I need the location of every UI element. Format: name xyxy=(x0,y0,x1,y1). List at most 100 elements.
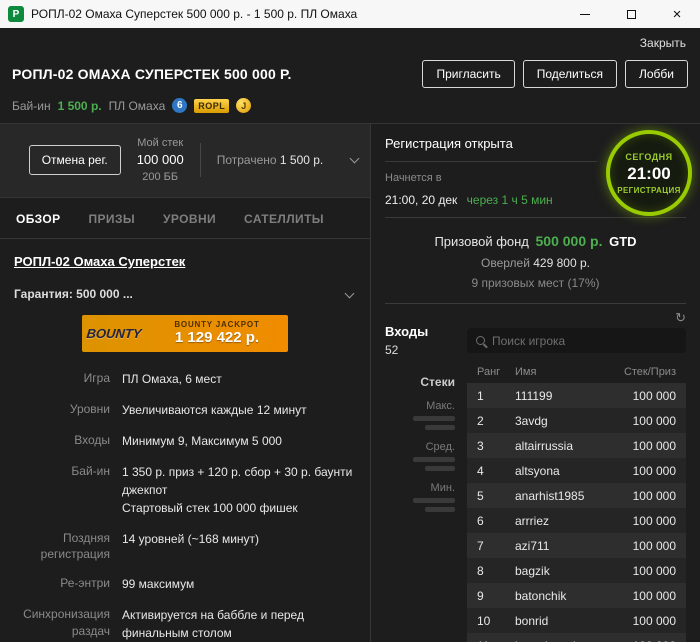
starts-value: 21:00, 20 дек xyxy=(385,193,457,207)
cell-rank: 7 xyxy=(477,539,515,553)
table-row[interactable]: 1 111199 100 000 xyxy=(467,383,686,408)
spent-block: Потрачено 1 500 р. xyxy=(217,153,324,167)
bounty-logo: BOUNTY xyxy=(82,315,148,352)
close-icon: × xyxy=(673,7,682,22)
cell-rank: 9 xyxy=(477,589,515,603)
prize-gtd-tag: GTD xyxy=(609,234,636,249)
invite-button[interactable]: Пригласить xyxy=(422,60,514,88)
table-row[interactable]: 7 azi711 100 000 xyxy=(467,533,686,558)
stack-max-group: Макс. xyxy=(385,400,455,430)
tab-overview[interactable]: ОБЗОР xyxy=(16,212,61,226)
my-registration-box: Отмена рег. Мой стек 100 000 200 ББ Потр… xyxy=(0,124,370,198)
table-row[interactable]: 10 bonrid 100 000 xyxy=(467,608,686,633)
stack-avg-label: Сред. xyxy=(385,441,455,453)
header-rank: Ранг xyxy=(477,366,515,378)
app-icon: Р xyxy=(8,6,24,22)
table-row[interactable]: 5 anarhist1985 100 000 xyxy=(467,483,686,508)
table-row[interactable]: 2 3avdg 100 000 xyxy=(467,408,686,433)
cell-rank: 3 xyxy=(477,439,515,453)
cell-name: bonrid xyxy=(515,614,602,628)
guarantee-row: Гарантия: 500 000 ... xyxy=(14,287,356,301)
stack-bar xyxy=(413,416,455,421)
cell-stack: 100 000 xyxy=(602,614,676,628)
stack-min-group: Мин. xyxy=(385,482,455,512)
game-type: ПЛ Омаха xyxy=(109,99,166,113)
table-row[interactable]: 8 bagzik 100 000 xyxy=(467,558,686,583)
search-icon xyxy=(476,336,485,345)
my-stack-label: Мой стек xyxy=(137,136,184,151)
spent-label: Потрачено xyxy=(217,153,277,167)
cell-stack: 100 000 xyxy=(602,414,676,428)
tab-satellites[interactable]: САТЕЛЛИТЫ xyxy=(244,212,324,226)
stack-bar xyxy=(425,425,455,430)
share-button[interactable]: Поделиться xyxy=(523,60,617,88)
detail-value-line1: 1 350 р. приз + 120 р. сбор + 30 р. баун… xyxy=(122,463,356,499)
buyin-value: 1 500 р. xyxy=(58,99,102,113)
cell-stack: 100 000 xyxy=(602,564,676,578)
stacks-summary: Стеки Макс. Сред. Мин. xyxy=(385,375,467,512)
stack-min-label: Мин. xyxy=(385,482,455,494)
cell-rank: 8 xyxy=(477,564,515,578)
cell-name: azi711 xyxy=(515,539,602,553)
refresh-icon[interactable]: ↻ xyxy=(675,310,686,326)
window-controls: × xyxy=(562,0,700,28)
detail-label: Синхронизация раздач xyxy=(14,606,110,642)
main-content: Отмена рег. Мой стек 100 000 200 ББ Потр… xyxy=(0,123,700,642)
detail-label: Входы xyxy=(14,432,110,450)
detail-value: Активируется на баббле и перед финальным… xyxy=(122,606,356,642)
table-row[interactable]: 9 batonchik 100 000 xyxy=(467,583,686,608)
tab-bar: ОБЗОР ПРИЗЫ УРОВНИ САТЕЛЛИТЫ xyxy=(0,198,370,239)
players-table: Ранг Имя Стек/Приз 1 111199 100 000 2 3a… xyxy=(467,362,686,642)
cell-name: batonchik xyxy=(515,589,602,603)
lobby-button[interactable]: Лобби xyxy=(625,60,688,88)
stack-avg-group: Сред. xyxy=(385,441,455,471)
table-row[interactable]: 6 arrriez 100 000 xyxy=(467,508,686,533)
guarantee-text: Гарантия: 500 000 ... xyxy=(14,287,133,301)
cell-name: altairrussia xyxy=(515,439,602,453)
table-size-badge: 6 xyxy=(172,98,187,113)
overlay-value: 429 800 р. xyxy=(533,256,590,270)
close-lobby-link[interactable]: Закрыть xyxy=(640,36,686,50)
overlay-label: Оверлей xyxy=(481,256,530,270)
stack-bar xyxy=(413,498,455,503)
cell-name: anarhist1985 xyxy=(515,489,602,503)
table-row[interactable]: 3 altairrussia 100 000 xyxy=(467,433,686,458)
chevron-down-icon[interactable] xyxy=(350,153,360,163)
chevron-down-icon[interactable] xyxy=(345,289,355,299)
detail-value: Увеличиваются каждые 12 минут xyxy=(122,401,356,419)
cell-name: 111199 xyxy=(515,389,602,403)
series-badge: ROPL xyxy=(194,99,229,113)
left-panel: Отмена рег. Мой стек 100 000 200 ББ Потр… xyxy=(0,124,371,642)
minimize-icon xyxy=(580,14,590,15)
cell-stack: 100 000 xyxy=(602,389,676,403)
minimize-button[interactable] xyxy=(562,0,608,28)
cell-stack: 100 000 xyxy=(602,489,676,503)
badge-day: СЕГОДНЯ xyxy=(625,152,672,162)
stack-bar xyxy=(413,457,455,462)
buyin-label: Бай-ин xyxy=(12,99,51,113)
players-area: ↻ Ранг Имя Стек/Приз 1 111199 xyxy=(467,314,686,642)
divider xyxy=(385,161,597,162)
tab-levels[interactable]: УРОВНИ xyxy=(163,212,216,226)
cell-name: brooxbroudy xyxy=(515,639,602,642)
vertical-divider xyxy=(200,143,201,177)
tournament-name-link[interactable]: РОПЛ-02 Омаха Суперстек xyxy=(14,254,185,269)
detail-value: Минимум 9, Максимум 5 000 xyxy=(122,432,356,450)
cell-rank: 2 xyxy=(477,414,515,428)
divider xyxy=(385,303,686,304)
detail-label: Бай-ин xyxy=(14,463,110,517)
player-search-input[interactable] xyxy=(492,334,677,348)
table-row[interactable]: 11 brooxbroudy 100 000 xyxy=(467,633,686,642)
table-row[interactable]: 4 altsyona 100 000 xyxy=(467,458,686,483)
overview-tab-content: РОПЛ-02 Омаха Суперстек Гарантия: 500 00… xyxy=(0,239,370,642)
close-window-button[interactable]: × xyxy=(654,0,700,28)
stack-bar xyxy=(425,507,455,512)
prize-fund-amount: 500 000 р. xyxy=(536,233,603,249)
divider xyxy=(385,217,686,218)
tab-prizes[interactable]: ПРИЗЫ xyxy=(89,212,136,226)
window-titlebar: Р РОПЛ-02 Омаха Суперстек 500 000 р. - 1… xyxy=(0,0,700,28)
buyin-row: Бай-ин 1 500 р. ПЛ Омаха 6 ROPL J xyxy=(12,98,688,113)
cancel-registration-button[interactable]: Отмена рег. xyxy=(29,145,121,175)
maximize-button[interactable] xyxy=(608,0,654,28)
stack-max-label: Макс. xyxy=(385,400,455,412)
